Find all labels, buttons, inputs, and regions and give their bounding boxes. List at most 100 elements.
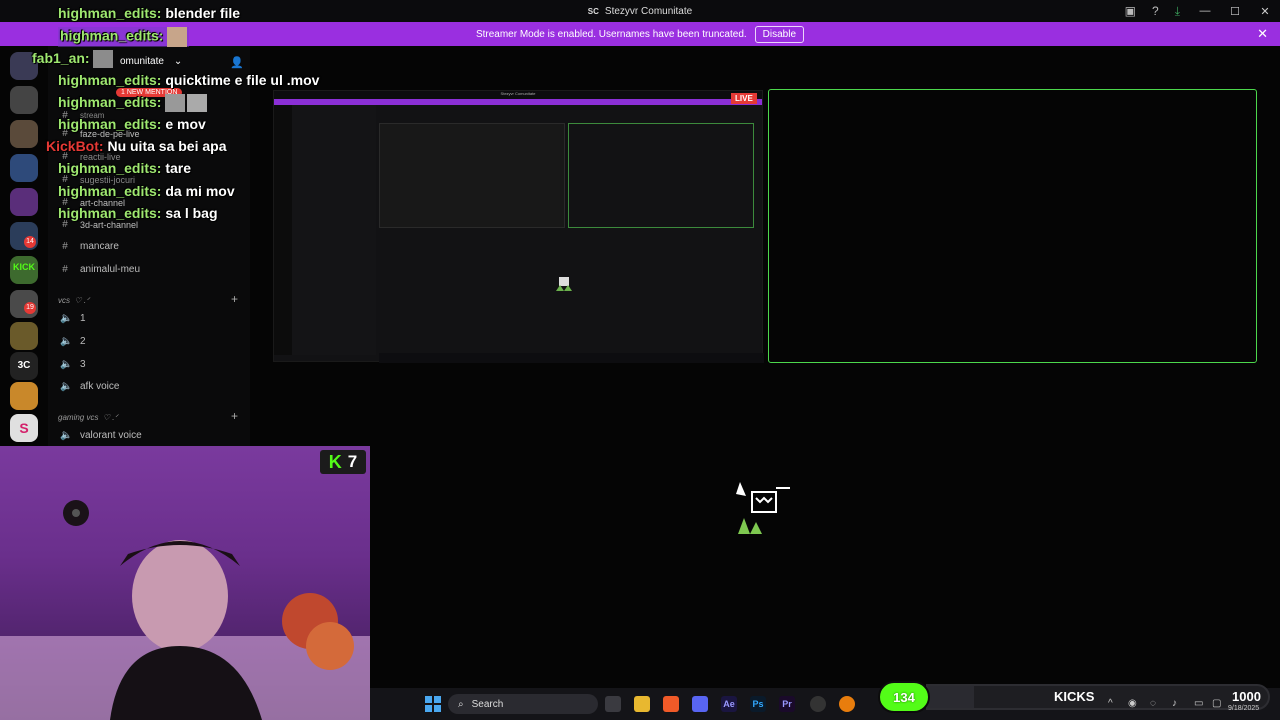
windows-start-icon[interactable] [425,696,441,712]
server-icon[interactable] [10,154,38,182]
server-icon[interactable] [10,322,38,350]
channel-mancare[interactable]: # mancare [60,241,119,252]
server-icon[interactable] [10,382,38,410]
chat-line: highman_edits: da mi mov [58,183,235,199]
mascot-icon [556,277,572,291]
webcam-feed [0,446,370,720]
discord-icon[interactable] [692,696,708,712]
voice-channel-3[interactable]: 🔈 3 [60,359,86,370]
speaker-icon: 🔈 [60,381,73,392]
channel-label: 1 [80,313,86,324]
channel-label: animalul-meu [80,264,141,275]
gaming-category[interactable]: gaming vcs ︎ ♡ .ᐟ [58,413,118,422]
window-controls: — ☐ ✕ [1190,0,1280,22]
add-member-icon[interactable]: 👤 [230,56,244,69]
nested-server-rail [274,105,292,355]
voice-category[interactable]: vcs ︎ ♡ .ᐟ [58,296,89,305]
task-view-icon[interactable] [605,696,621,712]
server-icon[interactable] [10,86,38,114]
banner-text: Streamer Mode is enabled. Usernames have… [475,28,747,40]
server-s-icon[interactable]: S [10,420,38,436]
unread-badge: 19 [24,302,36,314]
server-3c-icon[interactable]: 3C [10,360,38,371]
blender-icon[interactable] [839,696,855,712]
chat-username: KickBot: [46,138,104,154]
search-placeholder: Search [471,698,504,710]
tray-chevron-icon[interactable]: ^ [1108,698,1113,709]
kicks-target: 1000 [1232,689,1261,704]
hash-icon: # [62,264,68,275]
channel-animalul[interactable]: # animalul-meu [60,264,140,275]
chat-line: highman_edits: tare [58,160,191,176]
premiere-icon[interactable]: Pr [779,696,795,712]
inbox-icon[interactable]: ▣ [1125,4,1136,18]
search-icon: ⌕ [458,698,464,710]
chat-username: highman_edits: [60,27,164,44]
chat-message: blender file [165,5,241,21]
chat-username: highman_edits: [58,160,162,176]
server-name[interactable]: omunitate ⌄ [120,56,182,67]
chat-line: fab1_an: [32,50,114,69]
capture-frame [768,89,1257,363]
voice-channel-valorant[interactable]: 🔈 valorant voice [60,430,142,441]
voice-channel-1[interactable]: 🔈 1 [60,313,86,324]
file-explorer-icon[interactable] [634,696,650,712]
display-icon[interactable]: ▢ [1212,698,1221,709]
download-icon[interactable]: ⤓ [1175,4,1180,19]
voice-channel-2[interactable]: 🔈 2 [60,336,86,347]
maximize-button[interactable]: ☐ [1220,5,1250,18]
server-icon[interactable] [10,188,38,216]
mic-icon[interactable]: ◉ [1128,698,1137,709]
chat-line: highman_edits: [58,27,190,47]
nested-channel-list [292,105,376,355]
kick-server-icon[interactable]: KICK [10,262,38,272]
kicks-label: KICKS [1054,689,1095,704]
emote-icon [167,27,188,47]
chat-message: e mov [165,116,206,132]
add-channel-icon[interactable]: + [231,409,238,423]
emote-icon [93,50,114,69]
speaker-icon: 🔈 [60,359,73,370]
close-banner-icon[interactable]: ✕ [1257,26,1268,42]
kick-count: 7 [347,452,358,471]
obs-icon[interactable] [810,696,826,712]
battery-icon[interactable]: ▭ [1194,698,1203,709]
nested-green-frame [568,123,754,228]
chat-username: highman_edits: [58,94,162,110]
title-bar-icons: ▣ ? ⤓ [1125,0,1180,22]
streamer-mode-banner: Streamer Mode is enabled. Usernames have… [0,22,1280,46]
channel-label: valorant voice [80,430,142,441]
chat-username: fab1_an: [32,50,90,66]
chat-message: Nu uita sa bei apa [107,138,227,154]
mascot-icon [736,482,790,534]
kick-logo-icon: K [328,451,342,472]
server-icon[interactable] [10,120,38,148]
chat-line: KickBot: Nu uita sa bei apa [46,138,227,154]
photoshop-icon[interactable]: Ps [750,696,766,712]
voice-channel-afk[interactable]: 🔈 afk voice [60,381,119,392]
disable-streamer-mode-button[interactable]: Disable [754,25,805,43]
after-effects-icon[interactable]: Ae [721,696,737,712]
wifi-icon[interactable]: ◌ [1150,698,1156,709]
help-icon[interactable]: ? [1152,4,1159,18]
add-channel-icon[interactable]: + [231,292,238,306]
channel-label: mancare [80,241,119,252]
live-badge: LIVE [731,93,757,104]
nested-taskbar [379,353,764,363]
speaker-icon: 🔈 [60,313,73,324]
brave-icon[interactable] [663,696,679,712]
server-name-text: omunitate [120,56,164,67]
channel-label: afk voice [80,381,120,392]
taskbar-search[interactable]: ⌕ Search [448,694,598,714]
emote-icon [165,94,186,113]
chat-username: highman_edits: [58,5,162,21]
webcam-scene [0,500,370,720]
chat-message: da mi mov [165,183,235,199]
minimize-button[interactable]: — [1190,5,1220,17]
chat-username: highman_edits: [58,72,162,88]
close-window-button[interactable]: ✕ [1250,5,1280,18]
nested-title: Stezyvr Comunitate [274,91,762,99]
volume-icon[interactable]: ♪ [1172,698,1177,709]
chat-username: highman_edits: [58,205,162,221]
chat-username: highman_edits: [58,183,162,199]
